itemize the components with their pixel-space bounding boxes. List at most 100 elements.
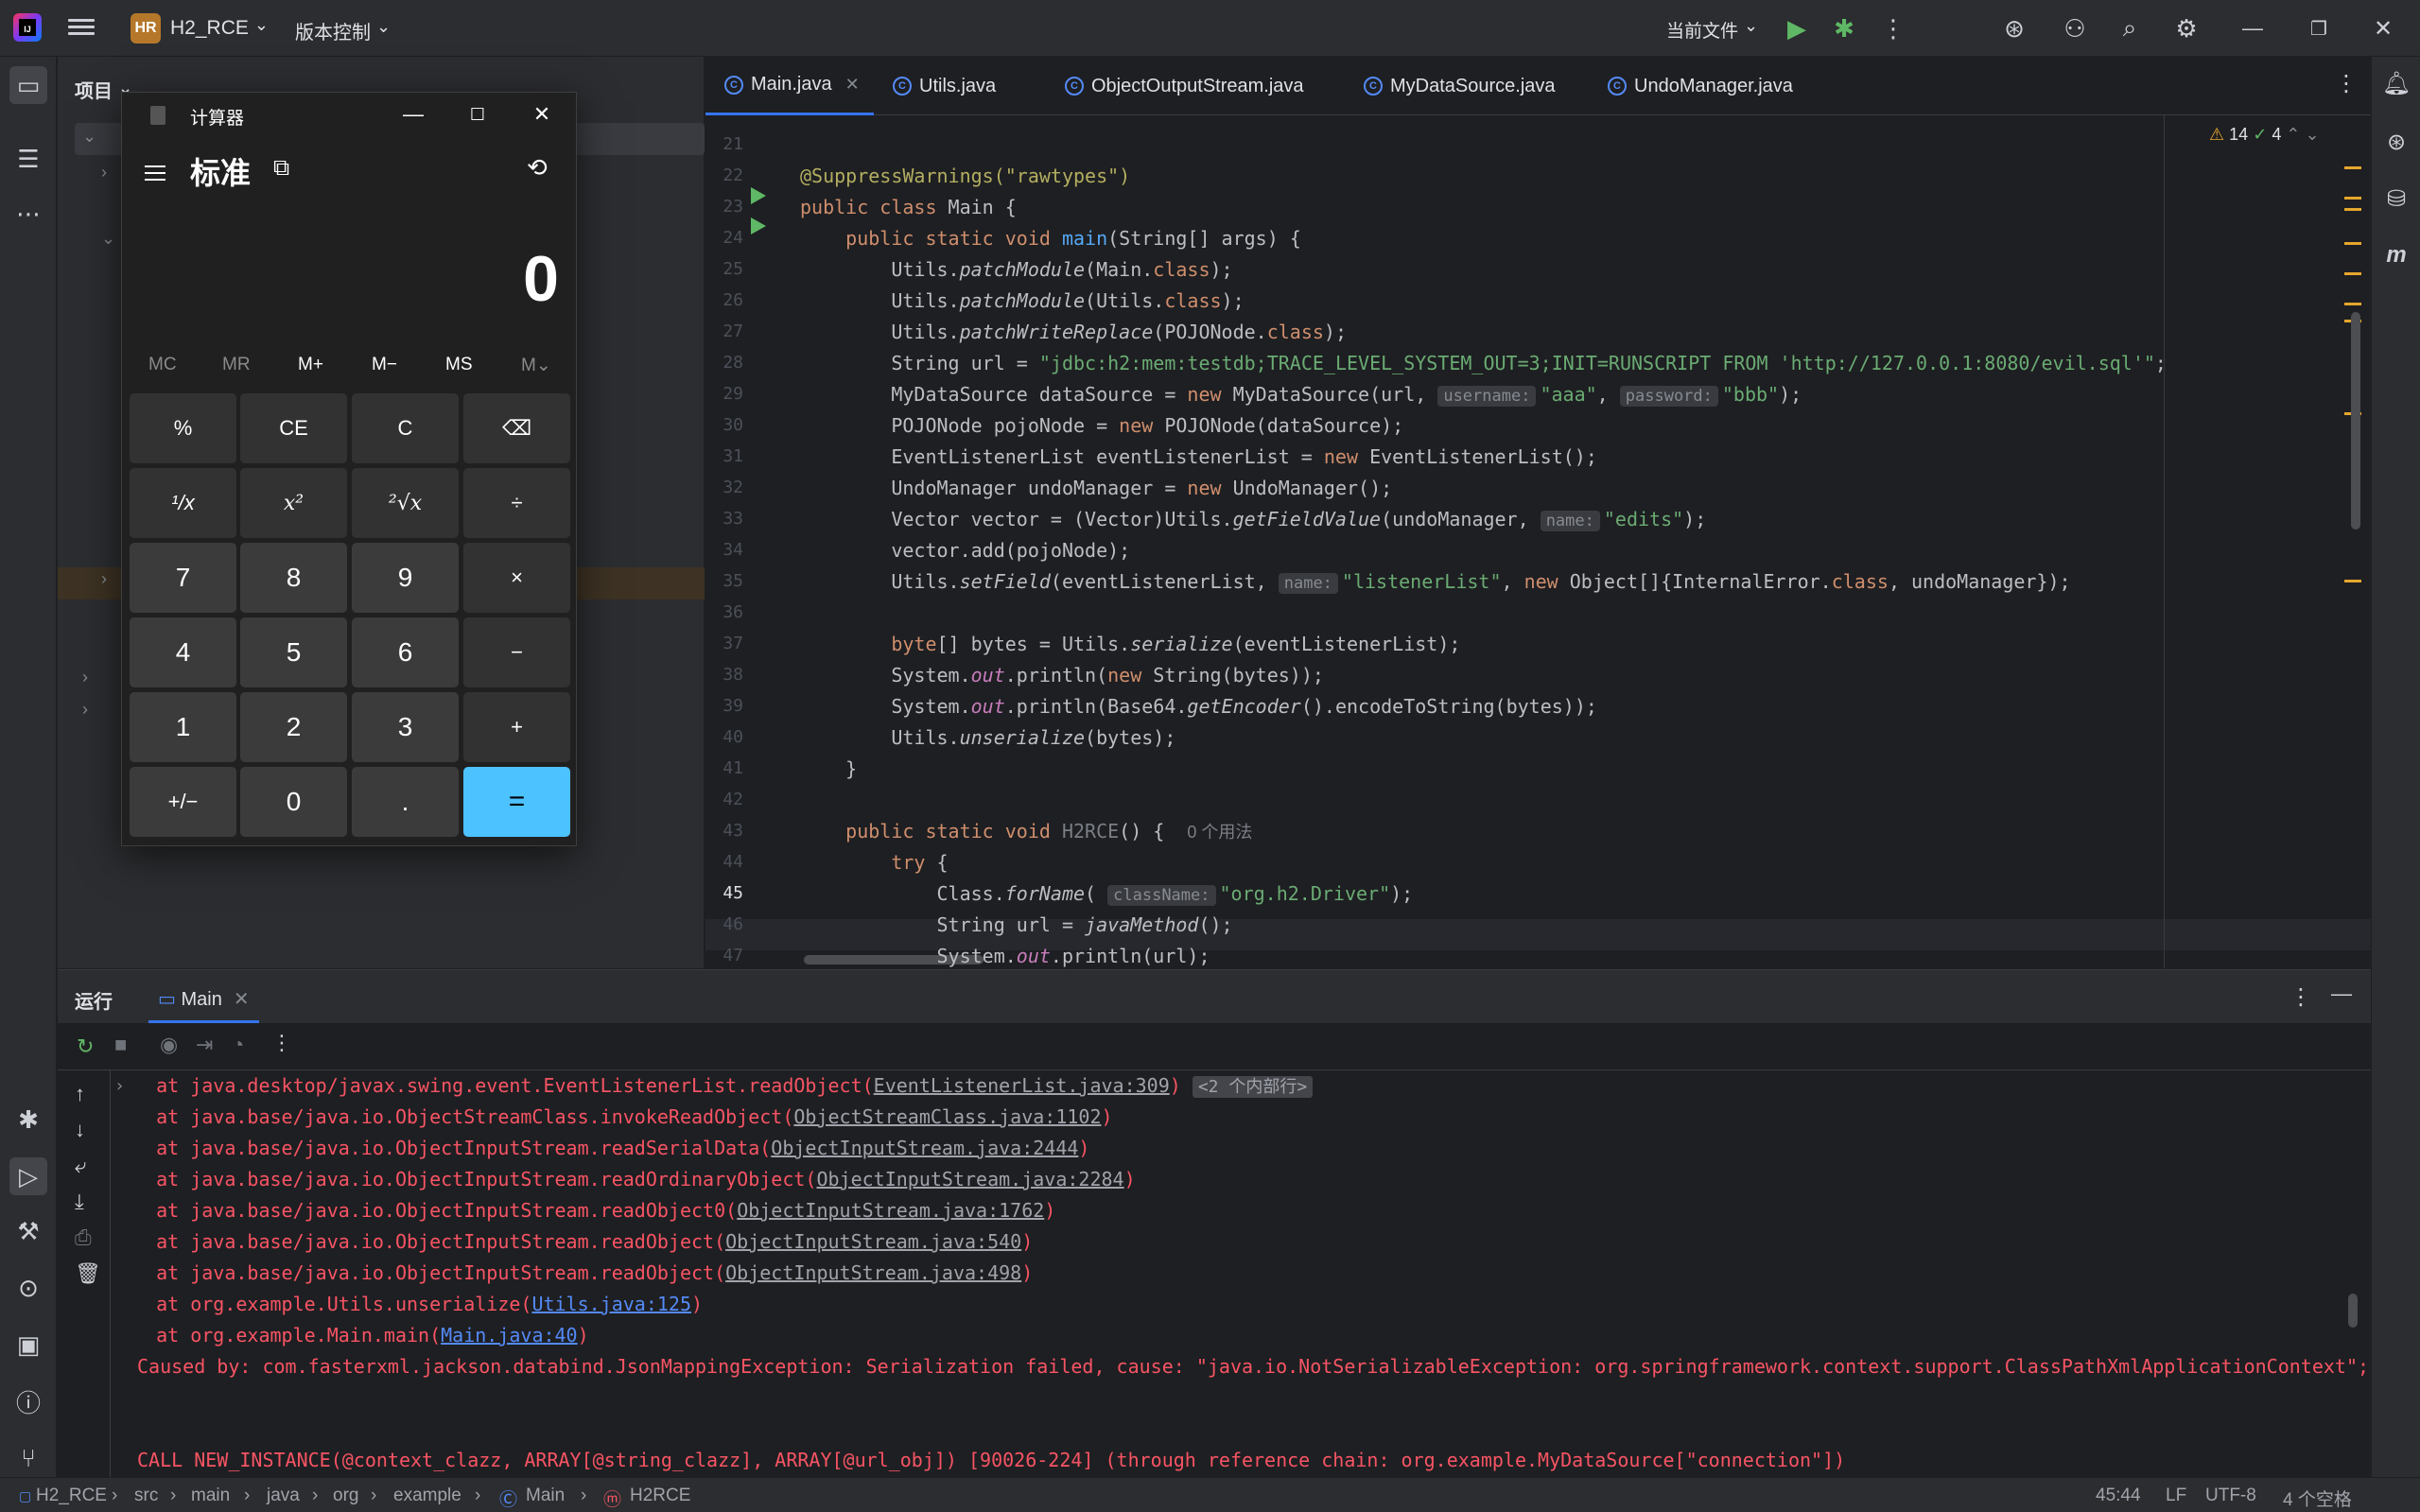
intellij-logo-icon[interactable]: IJ [13, 13, 42, 42]
add-user-icon[interactable]: ⚇ [2060, 13, 2090, 43]
mem-store-button[interactable]: MS [445, 355, 473, 375]
more-run-actions-icon[interactable]: ⋮ [271, 1031, 292, 1055]
warning-marker[interactable] [2344, 166, 2361, 169]
negate-button[interactable]: +/− [130, 767, 236, 837]
backspace-button[interactable]: ⌫ [463, 393, 570, 463]
chevron-right-icon[interactable]: › [101, 163, 107, 182]
database-icon[interactable]: ⛁ [2379, 182, 2413, 216]
git-icon[interactable]: ⑂ [9, 1439, 47, 1477]
rerun-icon[interactable]: ↻ [77, 1034, 94, 1059]
tab-main-java[interactable]: C Main.java ✕ [705, 57, 874, 115]
usages-hint[interactable]: 0 个用法 [1187, 823, 1252, 842]
warning-marker[interactable] [2344, 242, 2361, 245]
digit-6-button[interactable]: 6 [352, 617, 459, 687]
square-root-button[interactable]: ²√x [352, 468, 459, 538]
equals-button[interactable]: = [463, 767, 570, 837]
breadcrumb-item[interactable]: H2RCE [630, 1486, 690, 1506]
notifications-bell-icon[interactable]: 🔔︎ [2379, 66, 2413, 100]
source-link[interactable]: Main.java:40 [441, 1324, 578, 1347]
digit-2-button[interactable]: 2 [240, 692, 347, 762]
warning-marker[interactable] [2344, 197, 2361, 200]
main-menu-icon[interactable] [68, 15, 95, 42]
source-link[interactable]: ObjectStreamClass.java:1102 [793, 1105, 1101, 1128]
structure-icon[interactable]: ☰ [9, 140, 47, 178]
tab-utils-java[interactable]: C Utils.java [874, 57, 1016, 115]
divide-button[interactable]: ÷ [463, 468, 570, 538]
breadcrumb-item[interactable]: Main [526, 1486, 565, 1506]
source-link[interactable]: EventListenerList.java:309 [874, 1074, 1170, 1097]
breadcrumb-item[interactable]: main [191, 1486, 230, 1506]
source-link[interactable]: ObjectInputStream.java:1762 [737, 1199, 1044, 1222]
source-link[interactable]: ObjectInputStream.java:2284 [816, 1168, 1123, 1190]
digit-1-button[interactable]: 1 [130, 692, 236, 762]
search-icon[interactable]: ⌕ [2115, 13, 2145, 43]
breadcrumb-item[interactable]: src [134, 1486, 158, 1506]
source-link[interactable]: ObjectInputStream.java:498 [725, 1261, 1021, 1284]
caret-position[interactable]: 45:44 [2096, 1486, 2141, 1506]
settings-gear-icon[interactable]: ⚙ [2171, 13, 2202, 43]
square-button[interactable]: x² [240, 468, 347, 538]
terminal-icon[interactable]: ▣ [9, 1326, 47, 1364]
problems-icon[interactable]: ⓘ [9, 1382, 47, 1420]
debug-tool-icon[interactable]: ✱ [9, 1101, 47, 1138]
tab-undomanager-java[interactable]: C UndoManager.java [1589, 57, 1835, 115]
digit-5-button[interactable]: 5 [240, 617, 347, 687]
warning-marker[interactable] [2344, 580, 2361, 582]
keep-on-top-icon[interactable]: ⧉ [273, 155, 289, 182]
editor-scrollbar[interactable] [2351, 312, 2360, 530]
calc-minimize-icon[interactable]: — [394, 98, 432, 130]
digit-9-button[interactable]: 9 [352, 543, 459, 613]
breadcrumb-item[interactable]: H2_RCE [36, 1486, 107, 1506]
scroll-to-end-icon[interactable]: ⤓ [75, 1190, 84, 1214]
run-tool-icon[interactable]: ▷ [9, 1157, 47, 1195]
debug-icon[interactable]: ✱ [1829, 13, 1859, 43]
file-encoding[interactable]: UTF-8 [2205, 1486, 2256, 1506]
run-panel-options-icon[interactable]: ⋮ [2289, 983, 2312, 1011]
chevron-down-icon[interactable]: ⌄ [82, 127, 96, 147]
mem-subtract-button[interactable]: M− [372, 355, 397, 375]
restore-window-icon[interactable]: ❐ [2304, 13, 2334, 43]
chevron-right-icon[interactable]: › [82, 700, 88, 720]
code-area[interactable]: @SuppressWarnings("rawtypes") public cla… [800, 115, 2313, 968]
ai-chat-icon[interactable]: ⊛ [2379, 125, 2413, 159]
maven-icon[interactable]: m [2379, 238, 2413, 272]
screenshot-icon[interactable]: ◉ [160, 1033, 178, 1057]
run-icon[interactable]: ▶ [1782, 13, 1812, 43]
console-scrollbar[interactable] [2348, 1294, 2358, 1328]
tabs-more-icon[interactable]: ⋮ [2335, 70, 2358, 97]
clear-entry-button[interactable]: CE [240, 393, 347, 463]
project-folder-icon[interactable]: ▭ [9, 66, 47, 104]
digit-0-button[interactable]: 0 [240, 767, 347, 837]
indent-setting[interactable]: 4 个空格 [2283, 1486, 2352, 1511]
chevron-right-icon[interactable]: › [101, 569, 107, 589]
warning-marker[interactable] [2344, 208, 2361, 211]
calc-menu-icon[interactable] [145, 161, 165, 185]
build-hammer-icon[interactable]: ⚒ [9, 1212, 47, 1250]
history-icon[interactable]: ⟲ [527, 153, 548, 182]
vcs-menu[interactable]: 版本控制 [295, 17, 391, 44]
run-class-gutter-icon[interactable] [751, 187, 766, 204]
mem-recall-button[interactable]: MR [222, 355, 251, 375]
source-link[interactable]: Utils.java:125 [531, 1293, 691, 1315]
breadcrumb-item[interactable]: example [393, 1486, 461, 1506]
stop-icon[interactable]: ■ [114, 1033, 127, 1057]
chevron-right-icon[interactable]: › [82, 668, 88, 687]
tab-objectoutputstream-java[interactable]: C ObjectOutputStream.java [1046, 57, 1330, 115]
run-tab-main[interactable]: ▭ Main ✕ [148, 978, 259, 1023]
mem-list-button[interactable]: M⌄ [521, 355, 551, 376]
chevron-down-icon[interactable]: ⌄ [101, 229, 115, 249]
calc-maximize-icon[interactable]: ☐ [459, 98, 496, 130]
project-badge[interactable]: HR [131, 13, 161, 43]
up-arrow-icon[interactable]: ↑ [75, 1082, 85, 1106]
reciprocal-button[interactable]: ¹/x [130, 468, 236, 538]
digit-8-button[interactable]: 8 [240, 543, 347, 613]
project-selector[interactable]: H2_RCE [170, 17, 269, 40]
clear-button[interactable]: C [352, 393, 459, 463]
more-actions-icon[interactable]: ⋮ [1878, 13, 1908, 43]
mem-add-button[interactable]: M+ [298, 355, 323, 375]
source-link[interactable]: ObjectInputStream.java:2444 [771, 1137, 1078, 1159]
more-tools-icon[interactable]: ⋯ [9, 195, 47, 233]
ai-assistant-icon[interactable]: ⊛ [1999, 13, 2029, 43]
multiply-button[interactable]: × [463, 543, 570, 613]
minimize-window-icon[interactable]: — [2237, 13, 2268, 43]
